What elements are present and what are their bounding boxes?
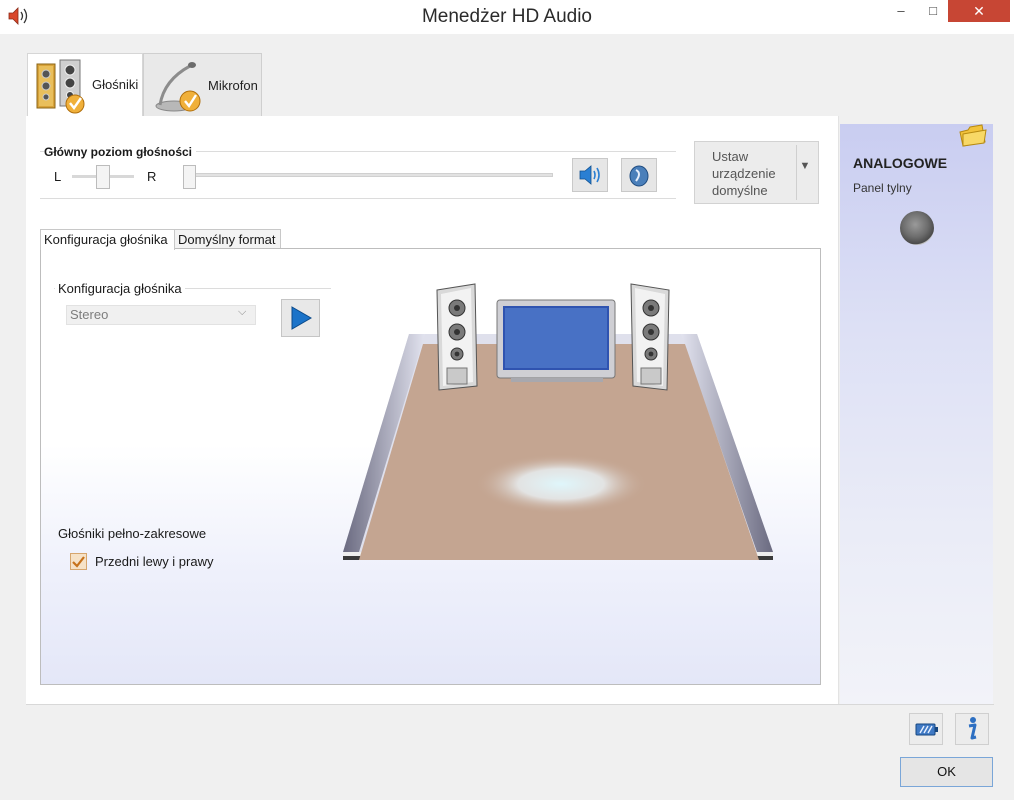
speakers-icon [34, 58, 88, 117]
analog-title: ANALOGOWE [853, 155, 948, 171]
full-range-speakers-label: Głośniki pełno-zakresowe [58, 526, 207, 541]
tab-microphone[interactable]: Mikrofon [143, 53, 262, 116]
folder-icon[interactable] [958, 124, 988, 151]
volume-divider [40, 198, 676, 199]
front-left-right-label: Przedni lewy i prawy [95, 554, 214, 569]
front-left-speaker [436, 283, 478, 391]
analog-subtitle: Panel tylny [853, 181, 912, 195]
volume-slider-track[interactable] [190, 173, 553, 177]
play-test-button[interactable] [281, 299, 320, 337]
tv-monitor [496, 299, 616, 382]
audio-jack-icon[interactable] [900, 211, 934, 245]
front-left-right-checkbox[interactable] [70, 553, 87, 570]
speaker-room-illustration [341, 282, 775, 587]
volume-slider-thumb[interactable] [183, 165, 196, 189]
front-right-speaker [630, 283, 670, 391]
speaker-config-value: Stereo [70, 307, 109, 322]
default-button-divider [796, 145, 797, 200]
balance-right-label: R [147, 169, 157, 184]
chevron-down-icon[interactable]: ▼ [798, 160, 812, 172]
sound-effects-icon [622, 165, 656, 194]
settings-button[interactable] [909, 713, 943, 745]
effects-button[interactable] [621, 158, 657, 192]
info-icon [956, 717, 988, 747]
info-button[interactable] [955, 713, 989, 745]
speaker-config-label: Konfiguracja głośnika [55, 281, 185, 296]
tab-speakers[interactable]: Głośniki [27, 53, 143, 117]
play-icon [282, 306, 319, 339]
bottom-divider [26, 704, 994, 705]
window-title: Menedżer HD Audio [421, 6, 593, 27]
tab-speaker-configuration[interactable]: Konfiguracja głośnika [40, 229, 175, 250]
balance-slider-thumb[interactable] [96, 165, 110, 189]
ok-button[interactable]: OK [900, 757, 993, 787]
checkmark-icon [72, 556, 85, 568]
microphone-icon [150, 60, 206, 117]
mute-button[interactable] [572, 158, 608, 192]
chevron-down-icon: ⌵ [238, 306, 247, 318]
battery-settings-icon [910, 723, 942, 747]
tab-microphone-label: Mikrofon [208, 78, 258, 93]
set-default-device-label: Ustaw urządzenie domyślne [712, 149, 776, 198]
speaker-volume-icon [573, 165, 607, 194]
volume-group-label: Główny poziom głośności [44, 145, 197, 159]
balance-left-label: L [54, 169, 62, 184]
tab-speakers-label: Głośniki [92, 77, 139, 92]
close-button[interactable]: ✕ [948, 0, 1010, 22]
tab-default-format[interactable]: Domyślny format [174, 229, 281, 250]
